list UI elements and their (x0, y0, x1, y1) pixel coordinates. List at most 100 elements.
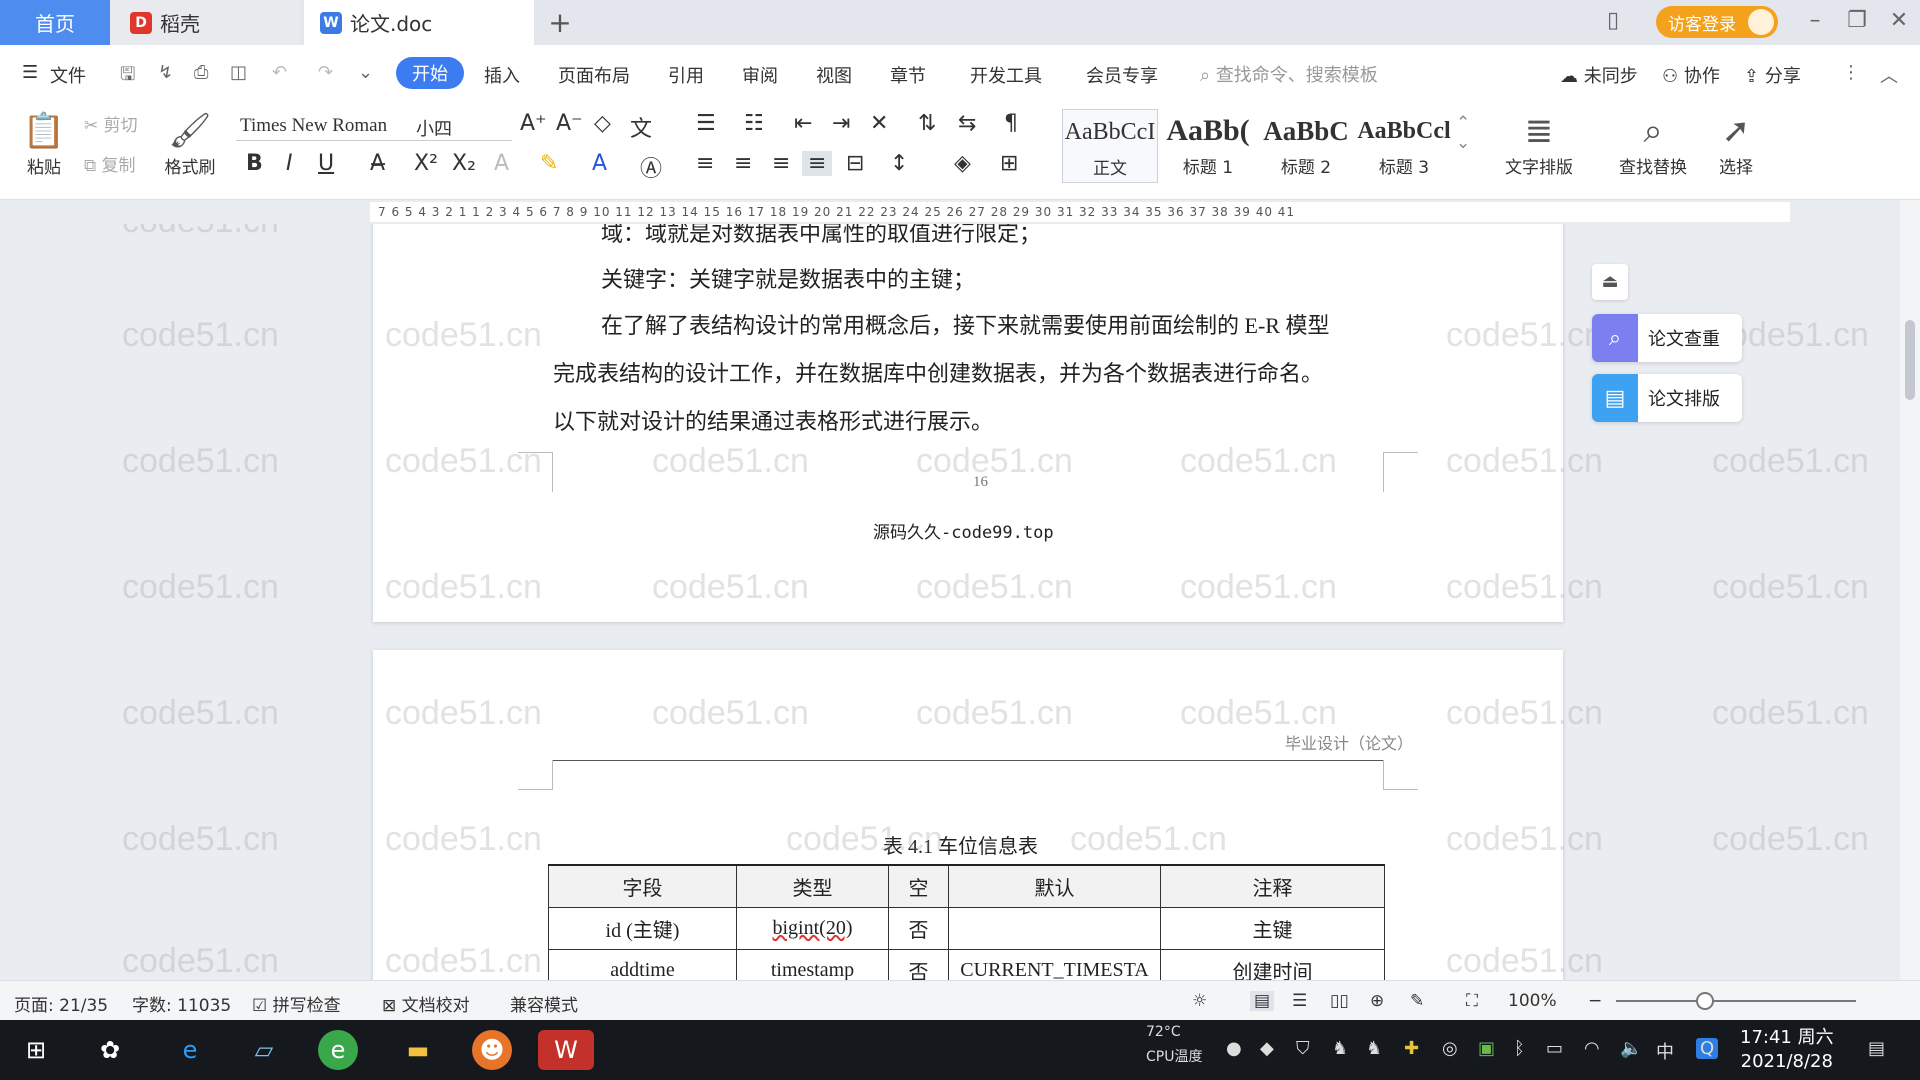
char-border-icon[interactable]: Ⓐ (640, 151, 662, 183)
qq-icon[interactable]: ♞ (1332, 1038, 1348, 1059)
save-icon[interactable]: 🖫 (120, 62, 135, 92)
menu-start[interactable]: 开始 (396, 57, 464, 89)
font-color-icon[interactable]: A (592, 151, 607, 176)
collab-button[interactable]: ⚇ 协作 (1662, 62, 1720, 88)
search-app-icon[interactable]: Q (1696, 1038, 1719, 1059)
grow-font-icon[interactable]: A⁺ (520, 111, 547, 136)
borders-icon[interactable]: ⊞ (1000, 151, 1018, 176)
layout-icon[interactable]: ▯ (1598, 8, 1628, 36)
wifi-icon[interactable]: ◠ (1584, 1038, 1600, 1059)
shrink-font-icon[interactable]: A⁻ (556, 111, 583, 136)
nvidia-icon[interactable]: ▣ (1478, 1038, 1495, 1059)
sort-icon[interactable]: ⇅ (918, 111, 936, 136)
bluetooth-icon[interactable]: ᛒ (1514, 1038, 1525, 1059)
parking-info-table[interactable]: 字段 类型 空 默认 注释 id (主键) bigint(20) 否 主键 ad… (548, 864, 1385, 980)
bullets-icon[interactable]: ☰ (696, 111, 716, 136)
fit-page-icon[interactable]: ⛶ (1466, 991, 1478, 1011)
style-heading-2[interactable]: AaBbC 标题 2 (1258, 109, 1354, 183)
align-center-icon[interactable]: ≡ (734, 151, 752, 176)
undo-icon[interactable]: ↶ (272, 62, 287, 83)
shading-icon[interactable]: ◈ (954, 151, 971, 176)
notification-icon[interactable]: ▤ (1868, 1038, 1885, 1059)
show-marks-icon[interactable]: ¶ (1004, 111, 1018, 136)
zoom-slider-knob[interactable] (1695, 992, 1714, 1010)
visitor-login-button[interactable]: 访客登录 (1656, 6, 1778, 38)
input-method[interactable]: 中 (1656, 1038, 1674, 1064)
bold-icon[interactable]: B (246, 151, 263, 176)
thesis-layout-button[interactable]: ▤ 论文排版 (1592, 374, 1742, 422)
hamburger-icon[interactable]: ☰ (22, 62, 38, 83)
strikethrough-icon[interactable]: A̶ (370, 151, 385, 176)
document-page-17[interactable]: 毕业设计（论文） 表 4.1 车位信息表 字段 类型 空 默认 注释 id (主… (373, 650, 1563, 980)
sync-status[interactable]: ☁ 未同步 (1560, 62, 1638, 88)
clear-format-icon[interactable]: ◇ (594, 111, 611, 136)
word-count[interactable]: 字数: 11035 (132, 991, 231, 1016)
underline-icon[interactable]: U (318, 151, 334, 176)
preview-icon[interactable]: ◫ (230, 62, 247, 83)
collapse-ribbon-icon[interactable]: ︿ (1880, 62, 1898, 88)
document-page-16[interactable]: 域：域就是对数据表中属性的取值进行限定； 关键字：关键字就是数据表中的主键； 在… (373, 224, 1563, 622)
tab-home[interactable]: 首页 (0, 0, 110, 45)
tray-app-icon[interactable]: ◎ (1442, 1038, 1458, 1059)
highlight-icon[interactable]: ✎ (540, 151, 558, 176)
vertical-scrollbar[interactable] (1900, 200, 1920, 980)
style-normal[interactable]: AaBbCcI 正文 (1062, 109, 1158, 183)
line-spacing-icon[interactable]: ↕ (890, 151, 908, 176)
redo-icon[interactable]: ↷ (318, 62, 333, 83)
restore-icon[interactable]: ❐ (1842, 8, 1872, 36)
find-replace-button[interactable]: ⌕ 查找替换 (1608, 109, 1698, 178)
collapse-panel-icon[interactable]: ⏏ (1592, 264, 1628, 300)
increase-indent-icon[interactable]: ⇥ (832, 111, 850, 136)
ie-browser-icon[interactable]: e (170, 1030, 210, 1070)
tab-document[interactable]: W 论文.doc (304, 0, 534, 45)
phonetic-icon[interactable]: 文 (630, 111, 652, 143)
menu-review[interactable]: 审阅 (742, 62, 778, 88)
copy-button[interactable]: ⧉ 复制 (84, 151, 136, 176)
ruler-scale[interactable]: 7 6 5 4 3 2 1 1 2 3 4 5 6 7 8 9 10 11 12… (370, 202, 1790, 222)
menu-view[interactable]: 视图 (816, 62, 852, 88)
text-effect-icon[interactable]: A (494, 151, 509, 176)
tray-app-icon[interactable]: ◆ (1260, 1038, 1274, 1059)
text-layout-button[interactable]: ≣ 文字排版 (1494, 109, 1584, 178)
paste-button[interactable]: 📋 粘贴 (14, 109, 74, 178)
shield-icon[interactable]: ⛉ (1296, 1038, 1310, 1059)
new-tab-button[interactable]: + (540, 0, 580, 45)
wps-writer-taskbar-icon[interactable]: W (538, 1030, 594, 1070)
style-heading-3[interactable]: AaBbCcl 标题 3 (1356, 109, 1452, 183)
more-icon[interactable]: ⋮ (1842, 62, 1860, 83)
file-explorer-icon[interactable]: ▬ (398, 1030, 438, 1070)
tab-daoke[interactable]: D 稻壳 (110, 0, 300, 45)
command-search[interactable]: ⌕ 查找命令、搜索模板 (1200, 61, 1378, 87)
pinwheel-app-icon[interactable]: ✿ (90, 1030, 130, 1070)
menu-file[interactable]: 文件 (50, 62, 86, 88)
menu-references[interactable]: 引用 (668, 62, 704, 88)
reading-view-icon[interactable]: ▯▯ (1330, 991, 1349, 1011)
font-size-select[interactable]: 小四 (412, 111, 512, 141)
notebook-app-icon[interactable]: ▱ (244, 1030, 284, 1070)
green-browser-icon[interactable]: e (318, 1030, 358, 1070)
doc-proof-button[interactable]: ⊠ 文档校对 (382, 991, 470, 1016)
windows-start-icon[interactable]: ⊞ (16, 1030, 56, 1070)
zoom-slider[interactable] (1616, 1000, 1856, 1002)
battery-icon[interactable]: ▭ (1546, 1038, 1563, 1059)
text-direction-icon[interactable]: ⇆ (958, 111, 976, 136)
minimize-icon[interactable]: – (1800, 8, 1830, 36)
tray-plus-icon[interactable]: ✚ (1404, 1038, 1419, 1059)
zoom-out-icon[interactable]: − (1588, 991, 1602, 1011)
volume-icon[interactable]: 🔈 (1620, 1038, 1642, 1059)
thesis-check-button[interactable]: ⌕ 论文查重 (1592, 314, 1742, 362)
font-name-select[interactable]: Times New Roman (236, 111, 412, 141)
superscript-icon[interactable]: X² (414, 151, 438, 176)
outline-view-icon[interactable]: ☰ (1292, 991, 1307, 1011)
distribute-icon[interactable]: ⊟ (846, 151, 864, 176)
style-heading-1[interactable]: AaBb( 标题 1 (1160, 109, 1256, 183)
output-icon[interactable]: ↯ (158, 62, 173, 83)
decrease-indent-icon[interactable]: ⇤ (794, 111, 812, 136)
numbering-icon[interactable]: ☷ (744, 111, 764, 136)
styles-scroll-icon[interactable]: ⌃ ⌄ (1456, 113, 1470, 153)
print-icon[interactable]: ⎙ (194, 62, 208, 83)
spell-check-button[interactable]: ☑ 拼写检查 (252, 991, 341, 1016)
cut-button[interactable]: ✂ 剪切 (84, 111, 138, 136)
format-painter-button[interactable]: 🖌 格式刷 (160, 109, 220, 178)
customize-icon[interactable]: ⌄ (358, 62, 373, 83)
